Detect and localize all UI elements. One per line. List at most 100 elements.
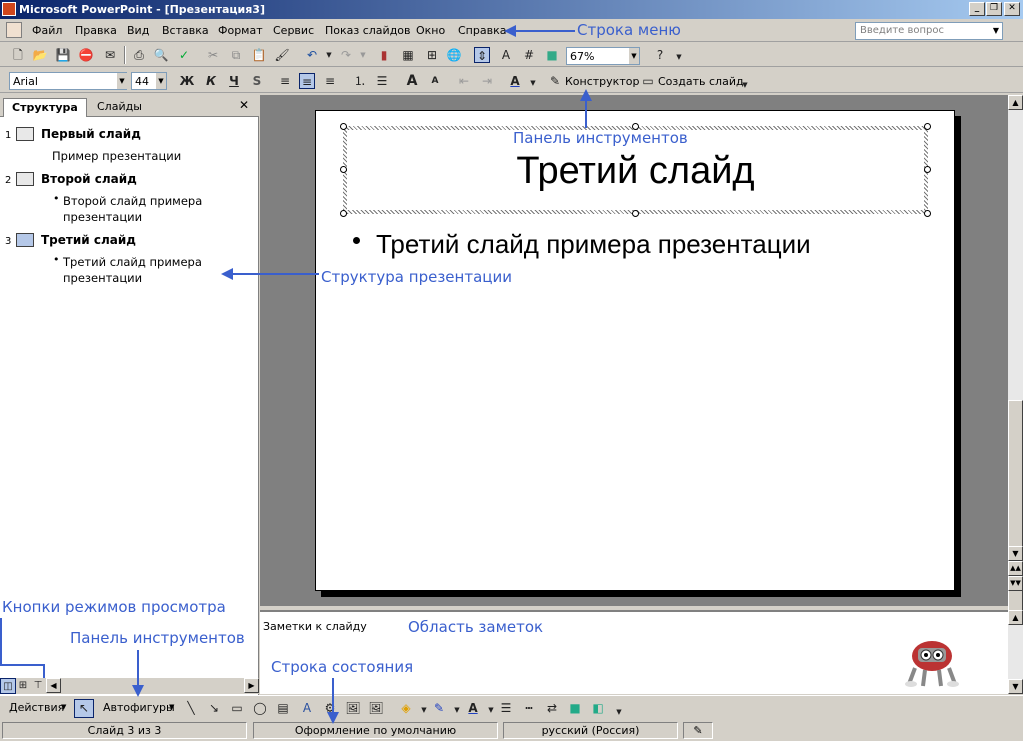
line-icon[interactable]: ╲ — [183, 700, 199, 716]
outline-text[interactable]: презентации — [63, 270, 142, 286]
clipart-icon[interactable]: 🖼 — [345, 700, 361, 716]
insert-chart-icon[interactable]: ▮ — [376, 47, 392, 63]
outline-slide-title[interactable]: Третий слайд — [41, 233, 136, 247]
slide-icon[interactable] — [16, 172, 34, 186]
increase-font-icon[interactable]: A — [404, 73, 420, 89]
format-painter-icon[interactable]: 🖌 — [274, 47, 290, 63]
tables-borders-icon[interactable]: ⊞ — [424, 47, 440, 63]
menu-format[interactable]: Формат — [218, 24, 263, 37]
select-pointer-icon[interactable]: ↖ — [74, 699, 94, 718]
paste-icon[interactable]: 📋 — [251, 47, 267, 63]
menu-slideshow[interactable]: Показ слайдов — [325, 24, 411, 37]
slide-sorter-icon[interactable]: ⊞ — [15, 678, 31, 694]
oval-icon[interactable]: ◯ — [252, 700, 268, 716]
redo-icon[interactable]: ↷ — [338, 47, 354, 63]
font-color-icon[interactable]: A — [465, 700, 481, 716]
shadow-button[interactable]: S — [249, 73, 265, 89]
fill-color-icon[interactable]: ◈ — [398, 700, 414, 716]
restore-button[interactable]: ❐ — [986, 2, 1002, 16]
resize-handle[interactable] — [340, 123, 347, 130]
format-options-icon[interactable]: ▼ — [737, 77, 753, 93]
scroll-left-icon[interactable]: ◀ — [46, 678, 61, 693]
slide-bullet-text[interactable]: Третий слайд примера презентации — [376, 229, 811, 260]
email-icon[interactable]: ✉ — [102, 47, 118, 63]
notes-placeholder[interactable]: Заметки к слайду — [263, 620, 367, 633]
autoshapes-dropdown-icon[interactable]: ▼ — [169, 703, 174, 711]
scroll-thumb[interactable] — [1008, 400, 1023, 640]
scroll-up-icon[interactable]: ▲ — [1008, 610, 1023, 625]
scroll-up-icon[interactable]: ▲ — [1008, 95, 1023, 110]
decrease-font-icon[interactable]: A — [427, 73, 443, 89]
copy-icon[interactable]: ⧉ — [228, 47, 244, 63]
line-style-icon[interactable]: ☰ — [498, 700, 514, 716]
scroll-down-icon[interactable]: ▼ — [1008, 679, 1023, 694]
autoshapes-menu[interactable]: Автофигуры — [103, 701, 175, 714]
menu-file[interactable]: Файл — [32, 24, 62, 37]
open-icon[interactable]: 📂 — [32, 47, 48, 63]
align-center-icon[interactable]: ≡ — [299, 73, 315, 89]
slide-vscroll[interactable]: ▲ ▼ ▲▲ ▼▼ — [1008, 95, 1023, 640]
slide-title[interactable]: Третий слайд — [343, 150, 928, 192]
redo-dropdown-icon[interactable]: ▼ — [355, 47, 371, 63]
outline-text[interactable]: Пример презентации — [52, 148, 181, 164]
textbox-icon[interactable]: ▤ — [275, 700, 291, 716]
notes-pane[interactable]: Заметки к слайду — [260, 610, 1008, 694]
drawing-options-icon[interactable]: ▼ — [611, 704, 627, 720]
undo-icon[interactable]: ↶ — [304, 47, 320, 63]
menu-tools[interactable]: Сервис — [273, 24, 314, 37]
size-dropdown-icon[interactable]: ▼ — [156, 73, 166, 89]
dash-style-icon[interactable]: ┅ — [521, 700, 537, 716]
outline-slide-title[interactable]: Второй слайд — [41, 172, 137, 186]
bold-button[interactable]: Ж — [179, 73, 195, 89]
insert-table-icon[interactable]: ▦ — [400, 47, 416, 63]
slide-icon[interactable] — [16, 233, 34, 247]
underline-button[interactable]: Ч — [226, 73, 242, 89]
show-formatting-icon[interactable]: A — [498, 47, 514, 63]
new-icon[interactable]: 🗋 — [10, 47, 26, 63]
font-color-dropdown-icon[interactable]: ▼ — [483, 702, 499, 718]
actions-dropdown-icon[interactable]: ▼ — [61, 703, 66, 711]
menu-edit[interactable]: Правка — [75, 24, 117, 37]
slideshow-icon[interactable]: ⊤ — [30, 678, 46, 694]
ask-dropdown-icon[interactable]: ▼ — [990, 23, 1002, 39]
tab-outline[interactable]: Структура — [3, 98, 87, 117]
line-color-icon[interactable]: ✎ — [431, 700, 447, 716]
tab-slides[interactable]: Слайды — [89, 98, 150, 117]
menu-window[interactable]: Окно — [416, 24, 445, 37]
scroll-down-icon[interactable]: ▼ — [1008, 546, 1023, 561]
help-icon[interactable]: ? — [652, 47, 668, 63]
color-grayscale-icon[interactable]: ■ — [544, 47, 560, 63]
italic-button[interactable]: К — [203, 73, 219, 89]
line-color-dropdown-icon[interactable]: ▼ — [449, 702, 465, 718]
pane-close-icon[interactable]: ✕ — [239, 98, 249, 112]
prev-slide-icon[interactable]: ▲▲ — [1008, 561, 1023, 576]
grid-icon[interactable]: # — [521, 47, 537, 63]
font-color-icon[interactable]: A — [507, 73, 523, 89]
minimize-button[interactable]: _ — [969, 2, 985, 16]
3d-style-icon[interactable]: ◧ — [590, 700, 606, 716]
designer-button[interactable]: Конструктор — [565, 75, 639, 88]
permission-icon[interactable]: ⛔ — [78, 47, 94, 63]
resize-handle[interactable] — [340, 210, 347, 217]
office-assistant-icon[interactable] — [903, 634, 961, 690]
slide-icon[interactable] — [16, 127, 34, 141]
arrow-icon[interactable]: ↘ — [206, 700, 222, 716]
undo-dropdown-icon[interactable]: ▼ — [321, 47, 337, 63]
notes-vscroll[interactable]: ▲ ▼ — [1008, 610, 1023, 694]
designer-icon[interactable]: ✎ — [547, 73, 563, 89]
spelling-status-icon[interactable]: ✎ — [683, 722, 713, 739]
spelling-icon[interactable]: ✓ — [176, 47, 192, 63]
arrow-style-icon[interactable]: ⇄ — [544, 700, 560, 716]
wordart-icon[interactable]: A — [299, 700, 315, 716]
actions-menu[interactable]: Действия — [9, 701, 64, 714]
align-right-icon[interactable]: ≡ — [322, 73, 338, 89]
outline-text[interactable]: Третий слайд примера — [63, 254, 202, 270]
resize-handle[interactable] — [924, 210, 931, 217]
font-dropdown-icon[interactable]: ▼ — [117, 73, 127, 89]
new-slide-icon[interactable]: ▭ — [640, 73, 656, 89]
zoom-dropdown-icon[interactable]: ▼ — [629, 48, 639, 64]
document-icon[interactable] — [6, 22, 22, 38]
resize-handle[interactable] — [924, 123, 931, 130]
numbering-icon[interactable]: ⒈ — [352, 73, 368, 89]
font-select[interactable]: Arial — [9, 72, 127, 90]
